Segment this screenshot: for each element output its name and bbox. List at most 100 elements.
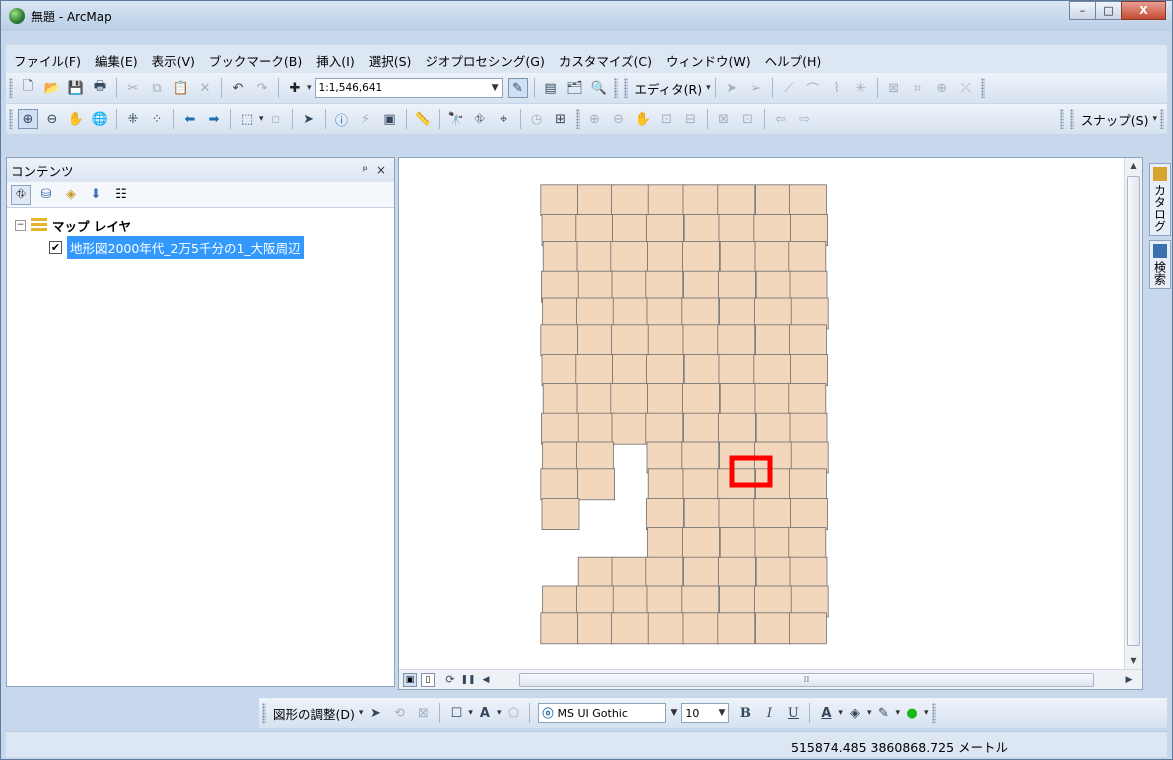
map-tile[interactable] bbox=[755, 412, 794, 445]
save-icon[interactable]: 💾 bbox=[66, 78, 86, 98]
layout-back-icon[interactable]: ⇦ bbox=[771, 109, 791, 129]
map-tile[interactable] bbox=[789, 270, 828, 303]
map-tile[interactable] bbox=[682, 324, 721, 357]
menu-windows[interactable]: ウィンドウ(W) bbox=[659, 51, 758, 70]
fixed-zoom-out-icon[interactable]: ⁘ bbox=[147, 109, 167, 129]
toolbar-grip[interactable] bbox=[1059, 109, 1064, 129]
map-tile[interactable] bbox=[717, 612, 756, 645]
map-tile[interactable] bbox=[788, 526, 827, 559]
map-tile[interactable] bbox=[788, 612, 827, 645]
cut-polygons-icon[interactable]: ⊕ bbox=[932, 78, 952, 98]
map-tile[interactable] bbox=[790, 354, 829, 387]
map-tile[interactable] bbox=[790, 214, 829, 246]
toolbar-grip[interactable] bbox=[575, 109, 580, 129]
map-tile[interactable] bbox=[719, 297, 758, 330]
layout-zoom-out-icon[interactable]: ⊖ bbox=[609, 109, 629, 129]
map-tile[interactable] bbox=[610, 241, 649, 273]
map-tile[interactable] bbox=[719, 241, 758, 273]
marker-color-dropdown-icon[interactable]: ▾ bbox=[924, 708, 929, 718]
map-tile[interactable] bbox=[755, 556, 794, 589]
select-elements-arrow-icon[interactable]: ➤ bbox=[299, 109, 319, 129]
cut-icon[interactable]: ✂ bbox=[123, 78, 143, 98]
zoom-out-icon[interactable]: ⊖ bbox=[42, 109, 62, 129]
map-tile[interactable] bbox=[612, 354, 651, 387]
map-tile[interactable] bbox=[789, 412, 828, 445]
scroll-left-icon[interactable]: ◀ bbox=[479, 673, 493, 687]
map-tile[interactable] bbox=[541, 354, 580, 387]
map-tile[interactable] bbox=[576, 382, 615, 415]
map-tile[interactable] bbox=[788, 324, 827, 357]
data-frame-label[interactable]: マップ レイヤ bbox=[52, 216, 131, 235]
snapping-menu[interactable]: スナップ(S) bbox=[1081, 110, 1149, 129]
map-tile[interactable] bbox=[682, 184, 721, 217]
map-tile[interactable] bbox=[540, 468, 579, 501]
refresh-icon[interactable]: ⟳ bbox=[443, 673, 457, 687]
point-icon[interactable]: ✳ bbox=[851, 78, 871, 98]
map-tile[interactable] bbox=[645, 270, 684, 303]
menu-insert[interactable]: 挿入(I) bbox=[309, 51, 361, 70]
layout-fixed-zoom-in-icon[interactable]: ⊠ bbox=[714, 109, 734, 129]
toolbar-grip[interactable] bbox=[9, 109, 13, 129]
map-tile[interactable] bbox=[755, 184, 794, 217]
fill-color-dropdown-icon[interactable]: ▾ bbox=[867, 708, 872, 718]
scroll-up-icon[interactable]: ▲ bbox=[1125, 158, 1142, 174]
title-bar[interactable]: 無題 - ArcMap – □ X bbox=[1, 1, 1172, 31]
font-dropdown-icon[interactable]: ▼ bbox=[670, 708, 677, 718]
map-tile[interactable] bbox=[542, 297, 581, 330]
map-tile[interactable] bbox=[717, 412, 756, 445]
map-tile[interactable] bbox=[718, 498, 757, 531]
map-tile[interactable] bbox=[681, 297, 720, 330]
map-tile[interactable] bbox=[540, 412, 579, 445]
drawing-dropdown-icon[interactable]: ▾ bbox=[359, 708, 364, 718]
zoom-to-elements-icon[interactable]: ⊠ bbox=[413, 703, 433, 723]
map-tile[interactable] bbox=[788, 468, 827, 501]
horizontal-scroll-thumb[interactable]: ⁞⁞ bbox=[519, 673, 1094, 687]
select-dropdown-icon[interactable]: ▾ bbox=[259, 114, 264, 124]
toolbar-grip[interactable] bbox=[613, 78, 618, 98]
map-tile[interactable] bbox=[540, 270, 579, 303]
search-tab[interactable]: 検索 bbox=[1149, 240, 1171, 289]
map-tile[interactable] bbox=[645, 214, 684, 246]
toolbar-grip[interactable] bbox=[1069, 109, 1074, 129]
map-tile[interactable] bbox=[755, 270, 794, 303]
layout-zoom-100-icon[interactable]: ⊟ bbox=[681, 109, 701, 129]
layer-group-row[interactable]: − マップ レイヤ bbox=[15, 214, 394, 236]
new-document-icon[interactable]: 🗋 bbox=[18, 78, 38, 98]
font-color-dropdown-icon[interactable]: ▾ bbox=[838, 708, 843, 718]
toolbar-grip[interactable] bbox=[931, 703, 936, 723]
editor-menu[interactable]: エディタ(R) bbox=[635, 79, 703, 98]
measure-icon[interactable]: 📏 bbox=[413, 109, 433, 129]
underline-icon[interactable]: U bbox=[783, 703, 803, 723]
map-tile[interactable] bbox=[542, 585, 581, 618]
time-slider-icon[interactable]: ◷ bbox=[527, 109, 547, 129]
scroll-right-icon[interactable]: ▶ bbox=[1122, 673, 1136, 687]
data-view-icon[interactable]: ▣ bbox=[403, 672, 417, 687]
map-tile[interactable] bbox=[577, 270, 616, 303]
layout-pan-icon[interactable]: ✋ bbox=[633, 109, 653, 129]
find-route-icon[interactable]: ⛗ bbox=[470, 109, 490, 129]
map-tile[interactable] bbox=[611, 270, 650, 303]
find-binoculars-icon[interactable]: 🔭 bbox=[446, 109, 466, 129]
map-tile[interactable] bbox=[753, 498, 792, 531]
pin-icon[interactable]: ᵖ bbox=[363, 163, 368, 177]
full-extent-globe-icon[interactable]: 🌐 bbox=[90, 109, 110, 129]
bold-icon[interactable]: B bbox=[735, 703, 755, 723]
toolbar-grip[interactable] bbox=[262, 703, 266, 723]
drawing-menu[interactable]: 図形の調整(D) bbox=[273, 704, 355, 723]
map-tile[interactable] bbox=[575, 354, 614, 387]
map-tile[interactable] bbox=[646, 585, 685, 618]
map-tile[interactable] bbox=[541, 498, 580, 531]
map-tile[interactable] bbox=[681, 526, 720, 559]
redo-icon[interactable]: ↷ bbox=[252, 78, 272, 98]
map-tile[interactable] bbox=[542, 441, 581, 474]
map-tile[interactable] bbox=[755, 324, 794, 357]
map-tile[interactable] bbox=[647, 241, 686, 273]
map-tile[interactable] bbox=[575, 297, 614, 330]
layer-name[interactable]: 地形図2000年代_2万5千分の1_大阪周辺 bbox=[67, 235, 304, 259]
close-button[interactable]: X bbox=[1121, 1, 1166, 20]
map-tile[interactable] bbox=[755, 612, 794, 645]
italic-icon[interactable]: I bbox=[759, 703, 779, 723]
map-tile[interactable] bbox=[753, 214, 792, 246]
map-tile[interactable] bbox=[788, 382, 827, 415]
map-tile[interactable] bbox=[575, 585, 614, 618]
